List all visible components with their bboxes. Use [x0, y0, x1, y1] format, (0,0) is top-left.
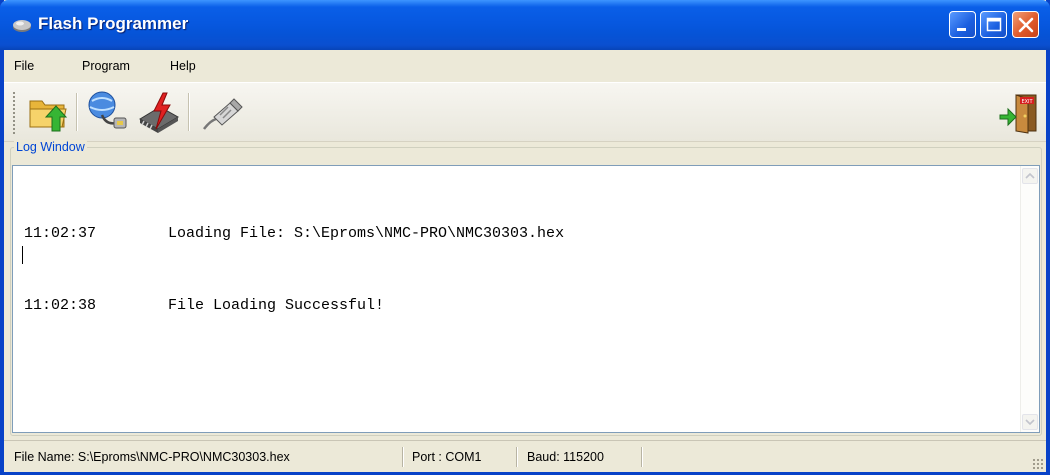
scroll-up-button[interactable]	[1022, 168, 1038, 184]
toolbar-separator	[188, 93, 190, 131]
log-time: 11:02:38	[24, 297, 97, 314]
text-caret	[22, 246, 23, 264]
toolbar: EXIT	[4, 82, 1046, 142]
exit-door-icon: EXIT	[999, 94, 1037, 134]
log-line: 11:02:37 Loading File: S:\Eproms\NMC-PRO\…	[24, 222, 564, 246]
connect-icon	[88, 91, 127, 129]
log-time: 11:02:37	[24, 225, 97, 242]
menu-file[interactable]: File	[14, 59, 34, 73]
flash-chip-icon	[139, 92, 179, 133]
maximize-button[interactable]	[980, 11, 1007, 38]
status-port: Port : COM1	[412, 450, 482, 464]
app-window: Flash Programmer File Program Help EXIT …	[0, 0, 1050, 475]
status-bar: File Name: S:\Eproms\NMC-PRO\NMC30303.he…	[4, 440, 1046, 472]
minimize-icon	[957, 28, 966, 31]
log-message: Loading File: S:\Eproms\NMC-PRO\NMC30303…	[168, 225, 565, 242]
toolbar-separator	[76, 93, 78, 131]
log-window-label: Log Window	[14, 140, 87, 154]
maximize-icon	[986, 17, 1002, 32]
scroll-down-button[interactable]	[1022, 414, 1038, 430]
exit-label: EXIT	[1021, 99, 1033, 105]
menu-bar: File Program Help	[4, 50, 1046, 82]
status-divider	[641, 447, 643, 467]
chip-app-icon	[13, 20, 31, 32]
open-file-button[interactable]	[26, 89, 72, 135]
open-folder-icon	[29, 100, 68, 132]
menu-help[interactable]: Help	[170, 59, 196, 73]
minimize-button[interactable]	[949, 11, 976, 38]
status-divider	[516, 447, 518, 467]
log-line: 11:02:38 File Loading Successful!	[24, 294, 564, 318]
status-file-name: File Name: S:\Eproms\NMC-PRO\NMC30303.he…	[14, 450, 290, 464]
status-baud: Baud: 115200	[527, 450, 604, 464]
window-title: Flash Programmer	[38, 14, 189, 33]
chevron-down-icon	[1025, 419, 1035, 426]
chevron-up-icon	[1025, 172, 1035, 179]
toolbar-grip[interactable]	[12, 91, 16, 135]
resize-grip[interactable]	[1032, 458, 1044, 470]
connect-button[interactable]	[84, 89, 130, 135]
log-message: File Loading Successful!	[168, 297, 385, 314]
menu-program[interactable]: Program	[82, 59, 130, 73]
close-button[interactable]	[1012, 11, 1039, 38]
title-bar[interactable]: Flash Programmer	[0, 0, 1050, 50]
port-settings-button[interactable]	[198, 89, 244, 135]
status-divider	[402, 447, 404, 467]
cable-icon	[203, 98, 243, 130]
log-lines: 11:02:37 Loading File: S:\Eproms\NMC-PRO\…	[24, 174, 564, 366]
exit-button[interactable]: EXIT	[998, 89, 1044, 135]
log-textarea[interactable]: 11:02:37 Loading File: S:\Eproms\NMC-PRO\…	[12, 165, 1040, 433]
close-icon	[1018, 17, 1034, 33]
program-flash-button[interactable]	[136, 89, 182, 135]
vertical-scrollbar[interactable]	[1020, 166, 1039, 432]
